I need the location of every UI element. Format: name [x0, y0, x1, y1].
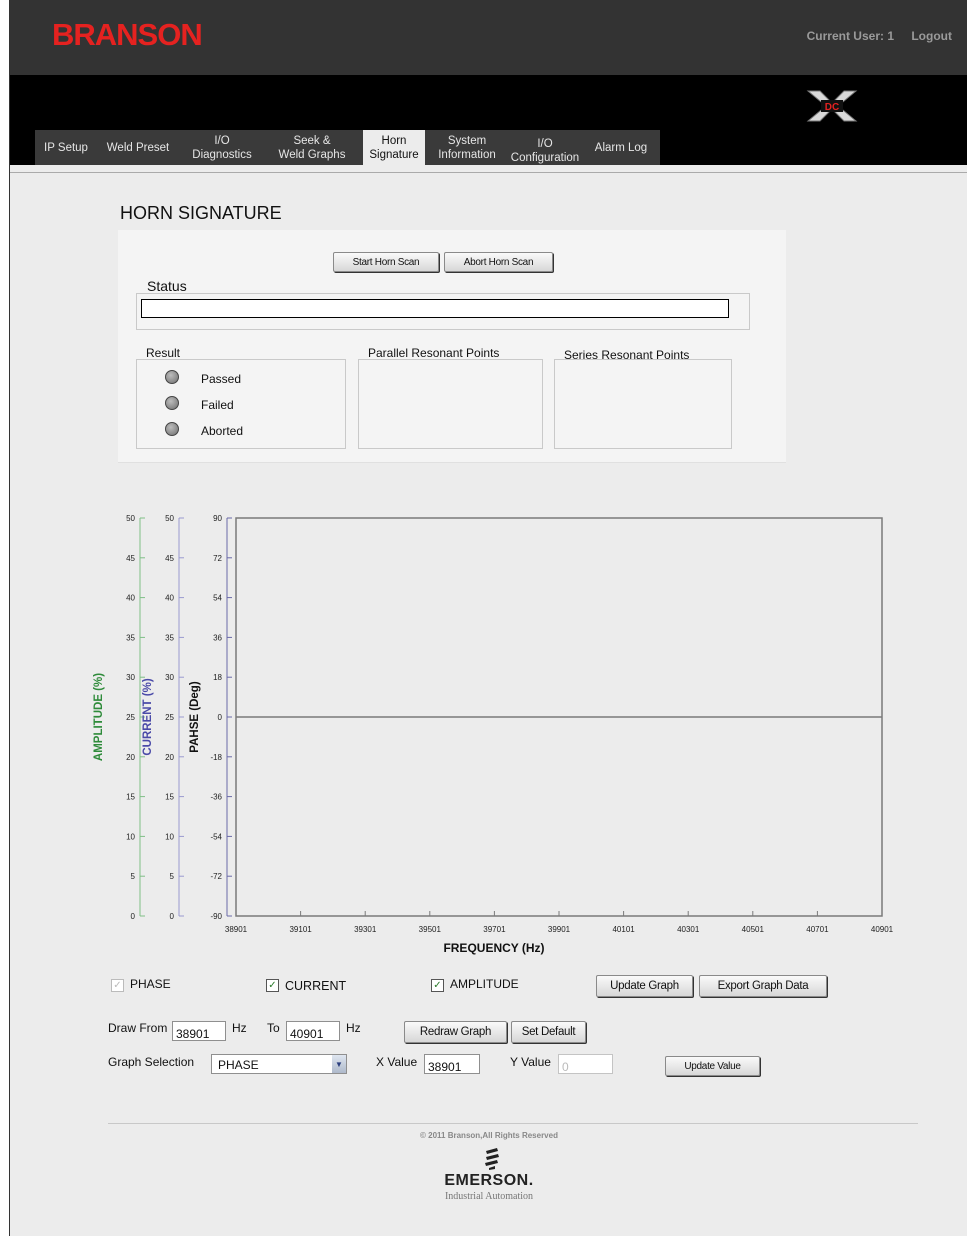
x-value-input[interactable]: 38901 [424, 1054, 480, 1074]
graph-selection-dropdown[interactable]: PHASE ▼ [211, 1054, 347, 1074]
set-default-button[interactable]: Set Default [511, 1021, 586, 1043]
y-tick-label: 15 [126, 793, 135, 802]
y-tick-label: -18 [210, 753, 222, 762]
y-tick-label: -72 [210, 872, 222, 881]
phase-label: PHASE [130, 977, 171, 991]
y-tick-label: 0 [131, 912, 136, 921]
y-tick-label: 18 [213, 673, 222, 682]
y-tick-label: 54 [213, 594, 222, 603]
y-tick-label: 15 [165, 793, 174, 802]
draw-from-input[interactable]: 38901 [172, 1021, 226, 1041]
current-label: CURRENT [285, 979, 347, 993]
app-frame: BRANSON Current User: 1 Logout DC IP Set… [9, 0, 967, 1236]
amplitude-label: AMPLITUDE [450, 977, 519, 991]
x-tick-label: 40901 [871, 925, 894, 934]
x-tick-label: 40101 [612, 925, 635, 934]
y-tick-label: 25 [165, 713, 174, 722]
y-tick-label: 10 [165, 832, 174, 841]
y-tick-label: 30 [126, 673, 135, 682]
y-tick-label: 40 [165, 594, 174, 603]
x-tick-label: 38901 [225, 925, 248, 934]
update-graph-button[interactable]: Update Graph [596, 975, 693, 997]
draw-from-label: Draw From [108, 1021, 168, 1035]
y-tick-label: 20 [126, 753, 135, 762]
y-tick-label: -54 [210, 832, 222, 841]
y-tick-label: 0 [170, 912, 175, 921]
y-tick-label: 5 [131, 872, 136, 881]
y-tick-label: 0 [218, 713, 223, 722]
y-tick-label: 90 [213, 514, 222, 523]
x-tick-label: 40501 [742, 925, 765, 934]
y-tick-label: -36 [210, 793, 222, 802]
y-tick-label: 36 [213, 633, 222, 642]
horn-signature-chart: 0 5 10 15 20 25 30 35 40 45 50 AMPLITUDE (%) 0 5 10 15 2… [93, 514, 894, 955]
x-tick-label: 39501 [419, 925, 442, 934]
x-tick-label: 39101 [289, 925, 312, 934]
export-graph-data-button[interactable]: Export Graph Data [699, 975, 827, 997]
current-checkbox[interactable]: ✓ [266, 979, 279, 992]
draw-to-input[interactable]: 40901 [286, 1021, 340, 1041]
y-tick-label: 5 [170, 872, 175, 881]
y-axis-label: AMPLITUDE (%) [93, 673, 105, 761]
update-value-button[interactable]: Update Value [665, 1056, 760, 1076]
y-tick-label: 25 [126, 713, 135, 722]
x-tick-label: 39701 [483, 925, 506, 934]
amplitude-checkbox[interactable]: ✓ [431, 979, 444, 992]
emerson-logo-text: EMERSON. [444, 1172, 534, 1189]
x-tick-label: 39301 [354, 925, 377, 934]
emerson-subtitle: Industrial Automation [444, 1191, 534, 1202]
y-tick-label: -90 [210, 912, 222, 921]
footer-divider [108, 1123, 918, 1124]
y-axis-label: PAHSE (Deg) [189, 681, 201, 753]
y-tick-label: 35 [165, 633, 174, 642]
phase-checkbox[interactable]: ✓ [111, 979, 124, 992]
hz-label-1: Hz [232, 1021, 247, 1035]
y-value-input: 0 [558, 1054, 613, 1074]
redraw-graph-button[interactable]: Redraw Graph [404, 1021, 507, 1043]
x-tick-label: 39901 [548, 925, 571, 934]
x-tick-label: 40301 [677, 925, 700, 934]
y-tick-label: 30 [165, 673, 174, 682]
y-tick-label: 72 [213, 554, 222, 563]
y-value-label: Y Value [510, 1055, 551, 1069]
y-tick-label: 45 [165, 554, 174, 563]
copyright-text: © 2011 Branson,All Rights Reserved [420, 1131, 558, 1140]
graph-selection-value: PHASE [218, 1058, 259, 1072]
y-tick-label: 10 [126, 832, 135, 841]
graph-selection-label: Graph Selection [108, 1055, 195, 1069]
x-value-label: X Value [376, 1055, 418, 1069]
y-tick-label: 50 [126, 514, 135, 523]
y-tick-label: 40 [126, 594, 135, 603]
hz-label-2: Hz [346, 1021, 361, 1035]
y-tick-label: 20 [165, 753, 174, 762]
x-tick-label: 40701 [806, 925, 829, 934]
y-tick-label: 50 [165, 514, 174, 523]
chevron-down-icon: ▼ [332, 1055, 346, 1073]
emerson-logo-icon [485, 1148, 499, 1170]
x-axis-label: FREQUENCY (Hz) [443, 941, 544, 955]
to-label: To [267, 1021, 280, 1035]
y-tick-label: 35 [126, 633, 135, 642]
y-axis-label: CURRENT (%) [142, 678, 154, 755]
y-tick-label: 45 [126, 554, 135, 563]
